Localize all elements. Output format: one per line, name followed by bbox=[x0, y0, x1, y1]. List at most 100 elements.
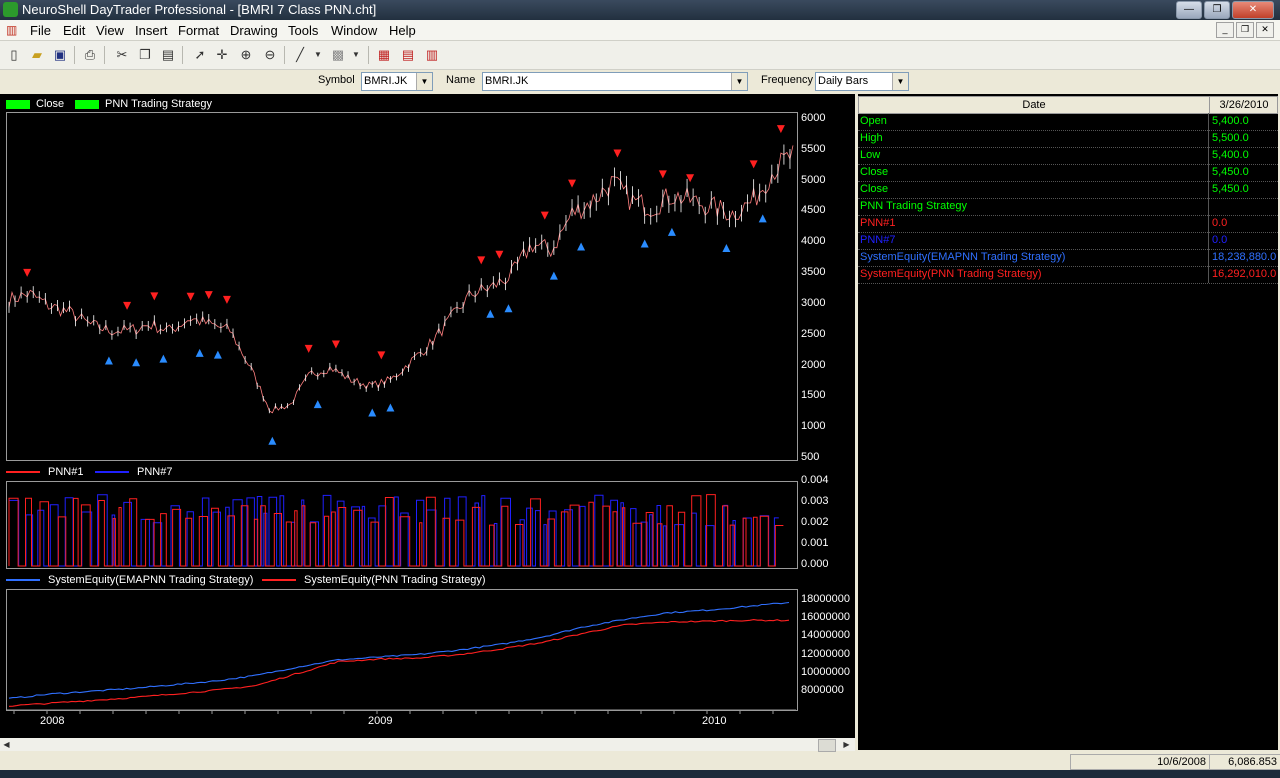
chart-window-icon[interactable]: ▦ bbox=[376, 47, 392, 63]
save-icon[interactable]: ▣ bbox=[52, 47, 68, 63]
equity-pane[interactable] bbox=[6, 589, 798, 711]
menu-format[interactable]: Format bbox=[178, 23, 219, 38]
pnn-chart bbox=[8, 494, 784, 567]
data-panel-row-value: 5,400.0 bbox=[1212, 115, 1249, 127]
scroll-left-icon[interactable]: ◀ bbox=[0, 738, 13, 751]
header-date: Date bbox=[1022, 99, 1046, 111]
mdi-minimize-button[interactable]: _ bbox=[1216, 22, 1234, 38]
horizontal-scrollbar[interactable]: ◀ ▶ bbox=[0, 738, 855, 752]
buy-signal-marker bbox=[640, 239, 649, 248]
y-tick-label: 2500 bbox=[801, 327, 826, 340]
paste-icon[interactable]: ▤ bbox=[160, 47, 176, 63]
scroll-right-icon[interactable]: ▶ bbox=[840, 738, 853, 751]
data-panel-row[interactable]: Low 5,400.0 bbox=[858, 147, 1278, 165]
sell-signal-marker bbox=[568, 179, 577, 188]
y-tick-label: 14000000 bbox=[801, 629, 850, 642]
buy-signal-marker bbox=[758, 214, 767, 223]
data-panel-header: Date 3/26/2010 bbox=[858, 96, 1278, 114]
data-panel-row-label: Low bbox=[860, 149, 881, 161]
chevron-down-icon[interactable]: ▼ bbox=[892, 73, 908, 90]
data-panel-row[interactable]: High 5,500.0 bbox=[858, 130, 1278, 148]
open-folder-icon[interactable]: ▰ bbox=[29, 47, 45, 63]
status-value: 6,086.853 bbox=[1209, 754, 1280, 770]
menu-file[interactable]: File bbox=[30, 23, 51, 38]
buy-signal-marker bbox=[213, 350, 222, 359]
chevron-down-icon[interactable]: ▼ bbox=[731, 73, 747, 90]
menu-window[interactable]: Window bbox=[331, 23, 377, 38]
data-panel-row[interactable]: PNN#1 0.0 bbox=[858, 215, 1278, 233]
data-panel-row-label: Close bbox=[860, 166, 889, 178]
fill-pattern-icon[interactable]: ▩ bbox=[330, 47, 346, 63]
name-combo[interactable]: BMRI.JK ▼ bbox=[482, 72, 748, 91]
data-panel-row-value: 5,500.0 bbox=[1212, 132, 1249, 144]
data-panel-row-label: SystemEquity(PNN Trading Strategy) bbox=[860, 268, 1042, 280]
data-panel-row-value: 5,450.0 bbox=[1212, 166, 1249, 178]
y-tick-label: 16000000 bbox=[801, 611, 850, 624]
y-tick-label: 5500 bbox=[801, 142, 826, 155]
data-panel-row[interactable]: Close 5,450.0 bbox=[858, 181, 1278, 199]
new-file-icon[interactable]: ▯ bbox=[6, 47, 22, 63]
menu-tools[interactable]: Tools bbox=[288, 23, 318, 38]
mdi-restore-button[interactable]: ❐ bbox=[1236, 22, 1254, 38]
pointer-icon[interactable]: ➚ bbox=[192, 47, 208, 63]
sell-signal-marker bbox=[495, 250, 504, 259]
frequency-combo[interactable]: Daily Bars ▼ bbox=[815, 72, 909, 91]
chevron-down-icon[interactable]: ▼ bbox=[416, 73, 432, 90]
y-tick-label: 3500 bbox=[801, 266, 826, 279]
menu-help[interactable]: Help bbox=[389, 23, 416, 38]
buy-signal-marker bbox=[132, 358, 141, 367]
sell-signal-marker bbox=[331, 340, 340, 349]
frequency-value: Daily Bars bbox=[818, 75, 869, 87]
draw-line-dropdown-icon[interactable]: ▼ bbox=[310, 47, 326, 63]
menu-edit[interactable]: Edit bbox=[63, 23, 85, 38]
draw-line-icon[interactable]: ╱ bbox=[292, 47, 308, 63]
data-panel-row-label: SystemEquity(EMAPNN Trading Strategy) bbox=[860, 251, 1066, 263]
y-tick-label: 1500 bbox=[801, 389, 826, 402]
status-bar: 10/6/2008 6,086.853 bbox=[0, 752, 1280, 770]
document-icon[interactable]: ▥ bbox=[6, 23, 17, 37]
data-panel-row[interactable]: PNN#7 0.0 bbox=[858, 232, 1278, 250]
strategy-icon[interactable]: ▥ bbox=[424, 47, 440, 63]
minimize-button[interactable]: — bbox=[1176, 1, 1202, 19]
legend-pnn-strategy: PNN Trading Strategy bbox=[75, 98, 212, 110]
legend-pnn1: PNN#1 bbox=[6, 466, 83, 478]
toolbar: ▯ ▰ ▣ ⎙ ✂ ❐ ▤ ➚ ✛ ⊕ ⊖ ╱ ▼ ▩ ▼ ▦ ▤ ▥ bbox=[0, 41, 1280, 70]
cut-icon[interactable]: ✂ bbox=[114, 47, 130, 63]
sell-signal-marker bbox=[123, 301, 132, 310]
data-panel-row[interactable]: SystemEquity(PNN Trading Strategy) 16,292… bbox=[858, 266, 1278, 284]
y-tick-label: 500 bbox=[801, 451, 820, 463]
sell-signal-marker bbox=[204, 291, 213, 300]
zoom-in-icon[interactable]: ⊕ bbox=[238, 47, 254, 63]
pnn1-series-line bbox=[8, 494, 784, 567]
data-panel-row[interactable]: Close 5,450.0 bbox=[858, 164, 1278, 182]
crosshair-icon[interactable]: ✛ bbox=[214, 47, 230, 63]
menu-insert[interactable]: Insert bbox=[135, 23, 168, 38]
data-panel-row[interactable]: SystemEquity(EMAPNN Trading Strategy) 18,… bbox=[858, 249, 1278, 267]
zoom-out-icon[interactable]: ⊖ bbox=[262, 47, 278, 63]
scrollbar-thumb[interactable] bbox=[818, 739, 836, 752]
close-button[interactable]: ✕ bbox=[1232, 1, 1274, 19]
data-panel-row-label: PNN Trading Strategy bbox=[860, 200, 967, 212]
fill-pattern-dropdown-icon[interactable]: ▼ bbox=[348, 47, 364, 63]
menu-view[interactable]: View bbox=[96, 23, 124, 38]
buy-signal-marker bbox=[504, 304, 513, 313]
y-tick-label: 4500 bbox=[801, 204, 826, 217]
restore-button[interactable]: ❐ bbox=[1204, 1, 1230, 19]
mdi-close-button[interactable]: ✕ bbox=[1256, 22, 1274, 38]
data-panel-row[interactable]: Open 5,400.0 bbox=[858, 113, 1278, 131]
buy-signal-marker bbox=[104, 356, 113, 365]
print-icon[interactable]: ⎙ bbox=[82, 47, 98, 63]
indicator-icon[interactable]: ▤ bbox=[400, 47, 416, 63]
frequency-label: Frequency bbox=[761, 74, 813, 86]
price-pane[interactable] bbox=[6, 112, 798, 461]
sell-signal-marker bbox=[304, 344, 313, 353]
pnn-pane[interactable] bbox=[6, 481, 798, 569]
data-panel-row[interactable]: PNN Trading Strategy bbox=[858, 198, 1278, 216]
symbol-combo[interactable]: BMRI.JK ▼ bbox=[361, 72, 433, 91]
window-title: NeuroShell DayTrader Professional - [BMR… bbox=[22, 2, 377, 17]
menu-drawing[interactable]: Drawing bbox=[230, 23, 278, 38]
copy-icon[interactable]: ❐ bbox=[137, 47, 153, 63]
y-tick-label: 2000 bbox=[801, 358, 826, 371]
buy-signal-marker bbox=[159, 354, 168, 363]
x-tick-2008: 2008 bbox=[40, 715, 65, 727]
